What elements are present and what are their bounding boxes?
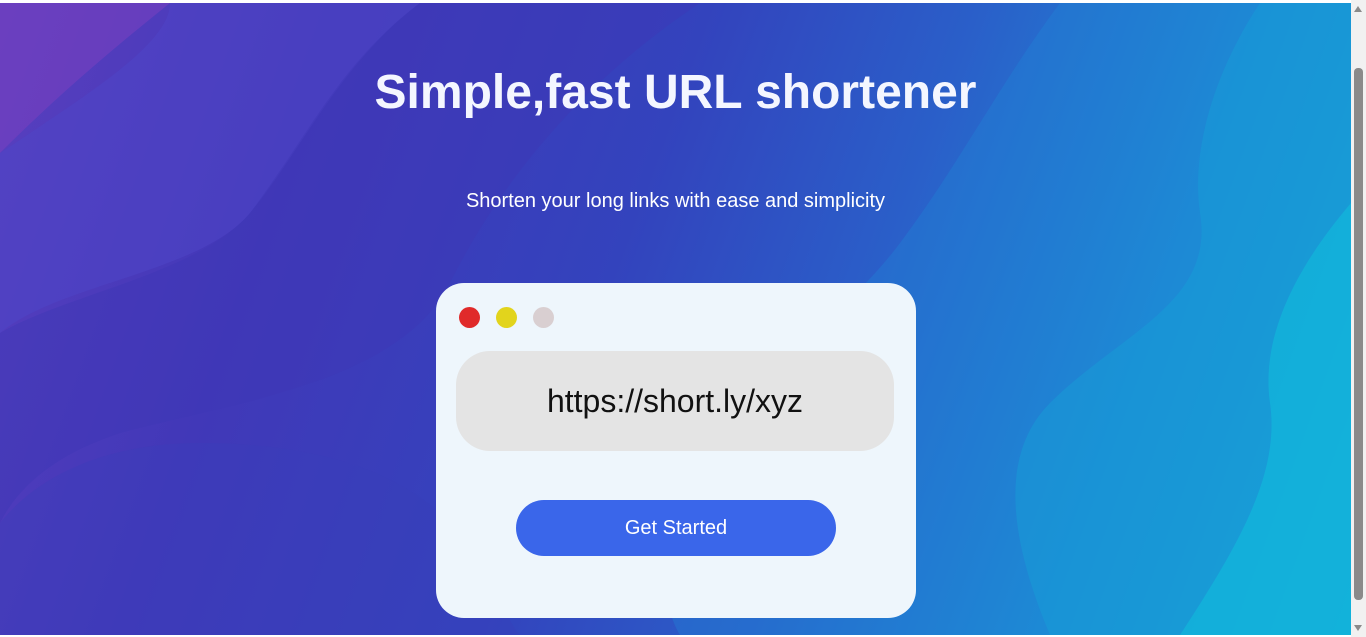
hero-subtitle: Shorten your long links with ease and si… (465, 190, 886, 212)
window-close-dot-icon (459, 307, 480, 328)
scroll-thumb[interactable] (1354, 68, 1363, 600)
window-maximize-dot-icon (533, 307, 554, 328)
scroll-down-arrow-icon[interactable] (1354, 625, 1362, 631)
vertical-scrollbar[interactable] (1351, 0, 1366, 637)
hero-section: Simple,fast URL shortener Shorten your l… (0, 3, 1351, 635)
short-url-display: https://short.ly/xyz (456, 351, 894, 451)
scroll-up-arrow-icon[interactable] (1354, 6, 1362, 12)
hero-title: Simple,fast URL shortener (374, 66, 977, 119)
get-started-button[interactable]: Get Started (516, 500, 836, 556)
url-preview-card: https://short.ly/xyz Get Started (436, 283, 916, 618)
window-minimize-dot-icon (496, 307, 517, 328)
